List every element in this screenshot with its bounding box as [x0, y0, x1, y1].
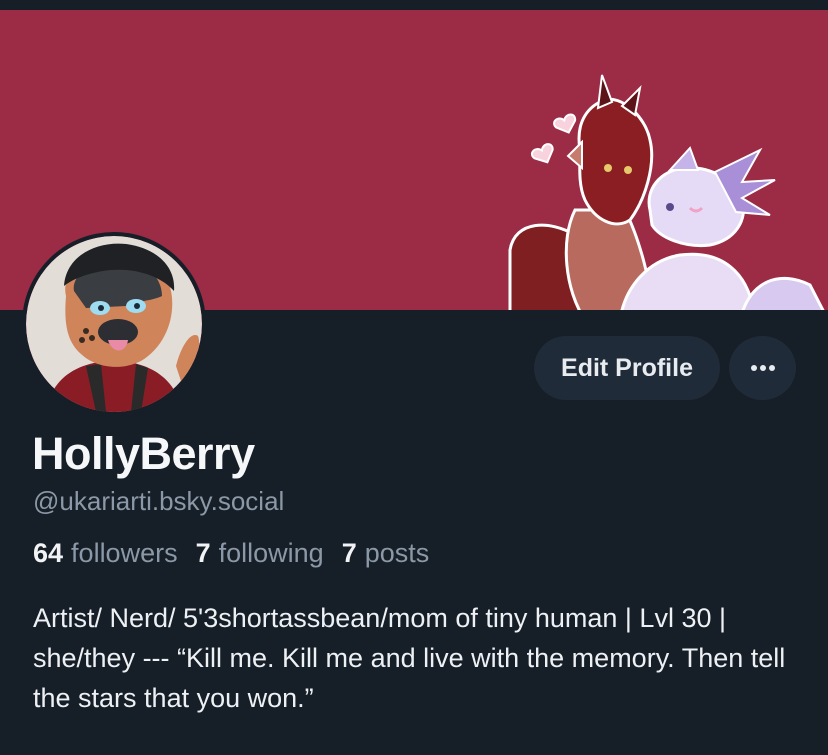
- followers-stat[interactable]: 64 followers: [33, 538, 178, 569]
- more-options-button[interactable]: [729, 336, 796, 400]
- posts-label: posts: [364, 538, 430, 568]
- profile-handle: @ukariarti.bsky.social: [33, 486, 285, 516]
- profile-avatar[interactable]: [22, 232, 206, 416]
- followers-label: followers: [71, 538, 178, 568]
- following-stat[interactable]: 7 following: [196, 538, 324, 569]
- following-label: following: [218, 538, 324, 568]
- posts-count: 7: [341, 538, 357, 568]
- profile-stats: 64 followers 7 following 7 posts: [33, 538, 429, 569]
- avatar-illustration: [26, 236, 202, 412]
- edit-profile-button[interactable]: Edit Profile: [534, 336, 720, 400]
- profile-screen: Edit Profile HollyBerry @ukariarti.bsky.…: [0, 0, 828, 755]
- edit-profile-label: Edit Profile: [561, 353, 693, 382]
- ellipsis-icon: [750, 365, 775, 371]
- top-strip: [0, 0, 828, 10]
- following-count: 7: [195, 538, 211, 568]
- banner-dragon-illustration: [508, 74, 825, 310]
- display-name: HollyBerry: [32, 428, 255, 479]
- followers-count: 64: [33, 538, 64, 568]
- profile-bio: Artist/ Nerd/ 5'3shortassbean/mom of tin…: [33, 603, 786, 713]
- posts-stat: 7 posts: [342, 538, 430, 569]
